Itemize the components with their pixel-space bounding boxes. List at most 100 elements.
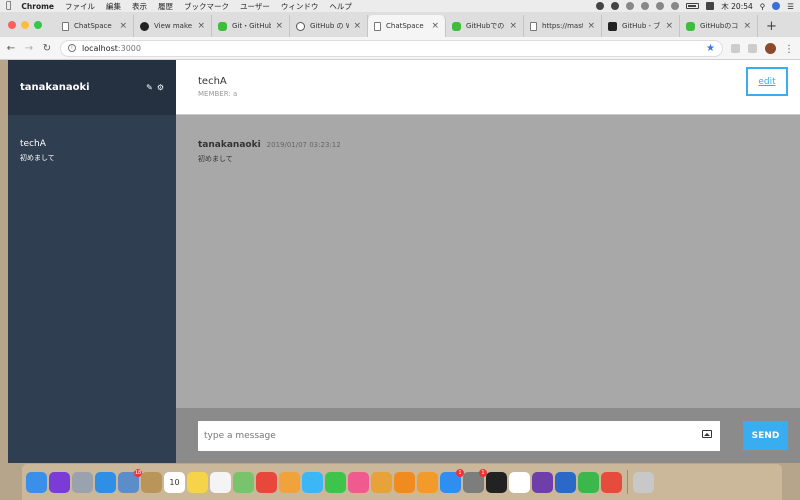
menu-app-name[interactable]: Chrome — [21, 2, 54, 11]
menu-history[interactable]: 履歴 — [158, 1, 173, 12]
spotlight-icon[interactable]: ⚲ — [760, 2, 766, 11]
menu-view[interactable]: 表示 — [132, 1, 147, 12]
message-item: tanakanaoki 2019/01/07 03:23:12 初めまして — [198, 140, 778, 164]
battery-icon[interactable] — [686, 3, 700, 9]
wifi-icon[interactable] — [671, 2, 680, 10]
messages-icon[interactable] — [302, 471, 323, 493]
extension-icon-2[interactable] — [748, 43, 757, 53]
browser-menu-icon[interactable]: ⋮ — [784, 44, 794, 55]
tab-close-icon[interactable]: × — [665, 21, 673, 31]
group-name: techA — [20, 139, 46, 149]
chrome-icon[interactable] — [256, 471, 277, 493]
tab-label: GitHubでのブ — [466, 22, 505, 30]
notes-book-icon[interactable] — [141, 471, 162, 493]
minimize-window-icon[interactable] — [21, 21, 29, 29]
evernote-icon — [218, 21, 227, 31]
notes-icon[interactable] — [187, 471, 208, 493]
close-window-icon[interactable] — [8, 21, 16, 29]
tab-chatspace-active[interactable]: ChatSpace × — [368, 15, 446, 37]
menu-file[interactable]: ファイル — [65, 1, 95, 12]
menu-edit[interactable]: 編集 — [106, 1, 121, 12]
menu-people[interactable]: ユーザー — [240, 1, 270, 12]
apple-menu-icon[interactable]:  — [6, 1, 11, 11]
photo-editor-icon[interactable] — [601, 471, 622, 493]
notification-center-icon[interactable]: ☰ — [787, 2, 794, 11]
reminders-icon[interactable] — [210, 471, 231, 493]
tab-github-comment[interactable]: GitHubのコメ × — [680, 15, 758, 37]
address-bar[interactable]: i localhost :3000 ★ — [60, 39, 723, 57]
preview-icon[interactable]: 18 — [118, 468, 142, 493]
evernote-icon[interactable] — [578, 471, 599, 493]
itunes-icon[interactable] — [348, 471, 369, 493]
system-prefs-icon[interactable]: 1 — [463, 468, 487, 493]
tab-github-buru[interactable]: GitHub - ブル × — [602, 15, 680, 37]
input-source-icon[interactable] — [706, 2, 715, 10]
timemachine-icon[interactable] — [656, 2, 665, 10]
tab-close-icon[interactable]: × — [743, 21, 751, 31]
tab-github-bu[interactable]: GitHubでのブ × — [446, 15, 524, 37]
finder-icon[interactable] — [26, 471, 47, 493]
back-button[interactable]: ← — [6, 43, 16, 54]
launchpad-icon[interactable] — [72, 471, 93, 493]
photos-icon[interactable] — [279, 471, 300, 493]
slack-icon[interactable] — [509, 471, 530, 493]
message-user: tanakanaoki — [198, 140, 261, 150]
menu-bookmarks[interactable]: ブックマーク — [184, 1, 229, 12]
tab-close-icon[interactable]: × — [431, 21, 439, 31]
status-circle-icon[interactable] — [611, 2, 620, 10]
new-tab-button[interactable]: + — [758, 19, 785, 34]
doc-icon — [62, 21, 69, 31]
tab-close-icon[interactable]: × — [197, 21, 205, 31]
github-desktop-icon[interactable] — [532, 471, 553, 493]
siri-icon[interactable] — [49, 471, 70, 493]
info-icon[interactable]: i — [68, 44, 76, 52]
tab-label: GitHub の Wi — [310, 22, 349, 30]
appstore-icon[interactable]: 1 — [440, 468, 464, 493]
profile-avatar[interactable] — [765, 42, 776, 54]
evernote-icon — [686, 21, 695, 31]
menu-help[interactable]: ヘルプ — [329, 1, 352, 12]
url-host: localhost — [82, 43, 118, 53]
group-list-item[interactable]: techA 初めまして — [8, 115, 176, 163]
image-upload-icon[interactable] — [702, 430, 712, 438]
dock-separator — [627, 470, 628, 494]
menu-window[interactable]: ウィンドウ — [281, 1, 319, 12]
send-button[interactable]: SEND — [743, 421, 788, 450]
facetime-icon[interactable] — [325, 471, 346, 493]
sublime-icon[interactable] — [394, 471, 415, 493]
maps-icon[interactable] — [233, 471, 254, 493]
tab-github-wiki[interactable]: GitHub の Wi × — [290, 15, 368, 37]
bookmark-star-icon[interactable]: ★ — [706, 43, 715, 54]
ibooks-icon[interactable] — [417, 471, 438, 493]
status-app-icon[interactable] — [626, 2, 635, 10]
sourcetree-icon[interactable] — [555, 471, 576, 493]
gear-icon[interactable]: ⚙ — [157, 83, 164, 92]
sequel-icon[interactable] — [371, 471, 392, 493]
tab-https-master[interactable]: https://maste × — [524, 15, 602, 37]
tab-chatspace-1[interactable]: ChatSpace × — [56, 15, 134, 37]
tab-label: GitHub - ブル — [622, 22, 661, 30]
reload-button[interactable]: ↻ — [42, 43, 52, 54]
tab-close-icon[interactable]: × — [353, 21, 361, 31]
safari-icon[interactable] — [95, 471, 116, 493]
tab-close-icon[interactable]: × — [509, 21, 517, 31]
terminal-icon[interactable] — [486, 471, 507, 493]
status-check-icon[interactable] — [596, 2, 605, 10]
tab-close-icon[interactable]: × — [275, 21, 283, 31]
tab-close-icon[interactable]: × — [119, 21, 127, 31]
message-input[interactable] — [198, 420, 720, 451]
extension-icon[interactable] — [731, 43, 740, 53]
fullscreen-window-icon[interactable] — [34, 21, 42, 29]
cast-icon[interactable] — [641, 2, 650, 10]
user-icon[interactable] — [772, 2, 781, 10]
clock-text[interactable]: 木 20:54 — [721, 1, 753, 12]
edit-group-button[interactable]: edit — [746, 67, 788, 96]
forward-button[interactable]: → — [24, 43, 34, 54]
calendar-icon[interactable]: 10 — [164, 471, 185, 493]
tab-view-make[interactable]: View make s × — [134, 15, 212, 37]
trash-icon[interactable] — [633, 471, 654, 493]
tab-git-github[interactable]: Git・GitHub × — [212, 15, 290, 37]
edit-group-icon[interactable]: ✎ — [146, 83, 153, 92]
tab-close-icon[interactable]: × — [587, 21, 595, 31]
tab-label: ChatSpace — [386, 22, 424, 30]
